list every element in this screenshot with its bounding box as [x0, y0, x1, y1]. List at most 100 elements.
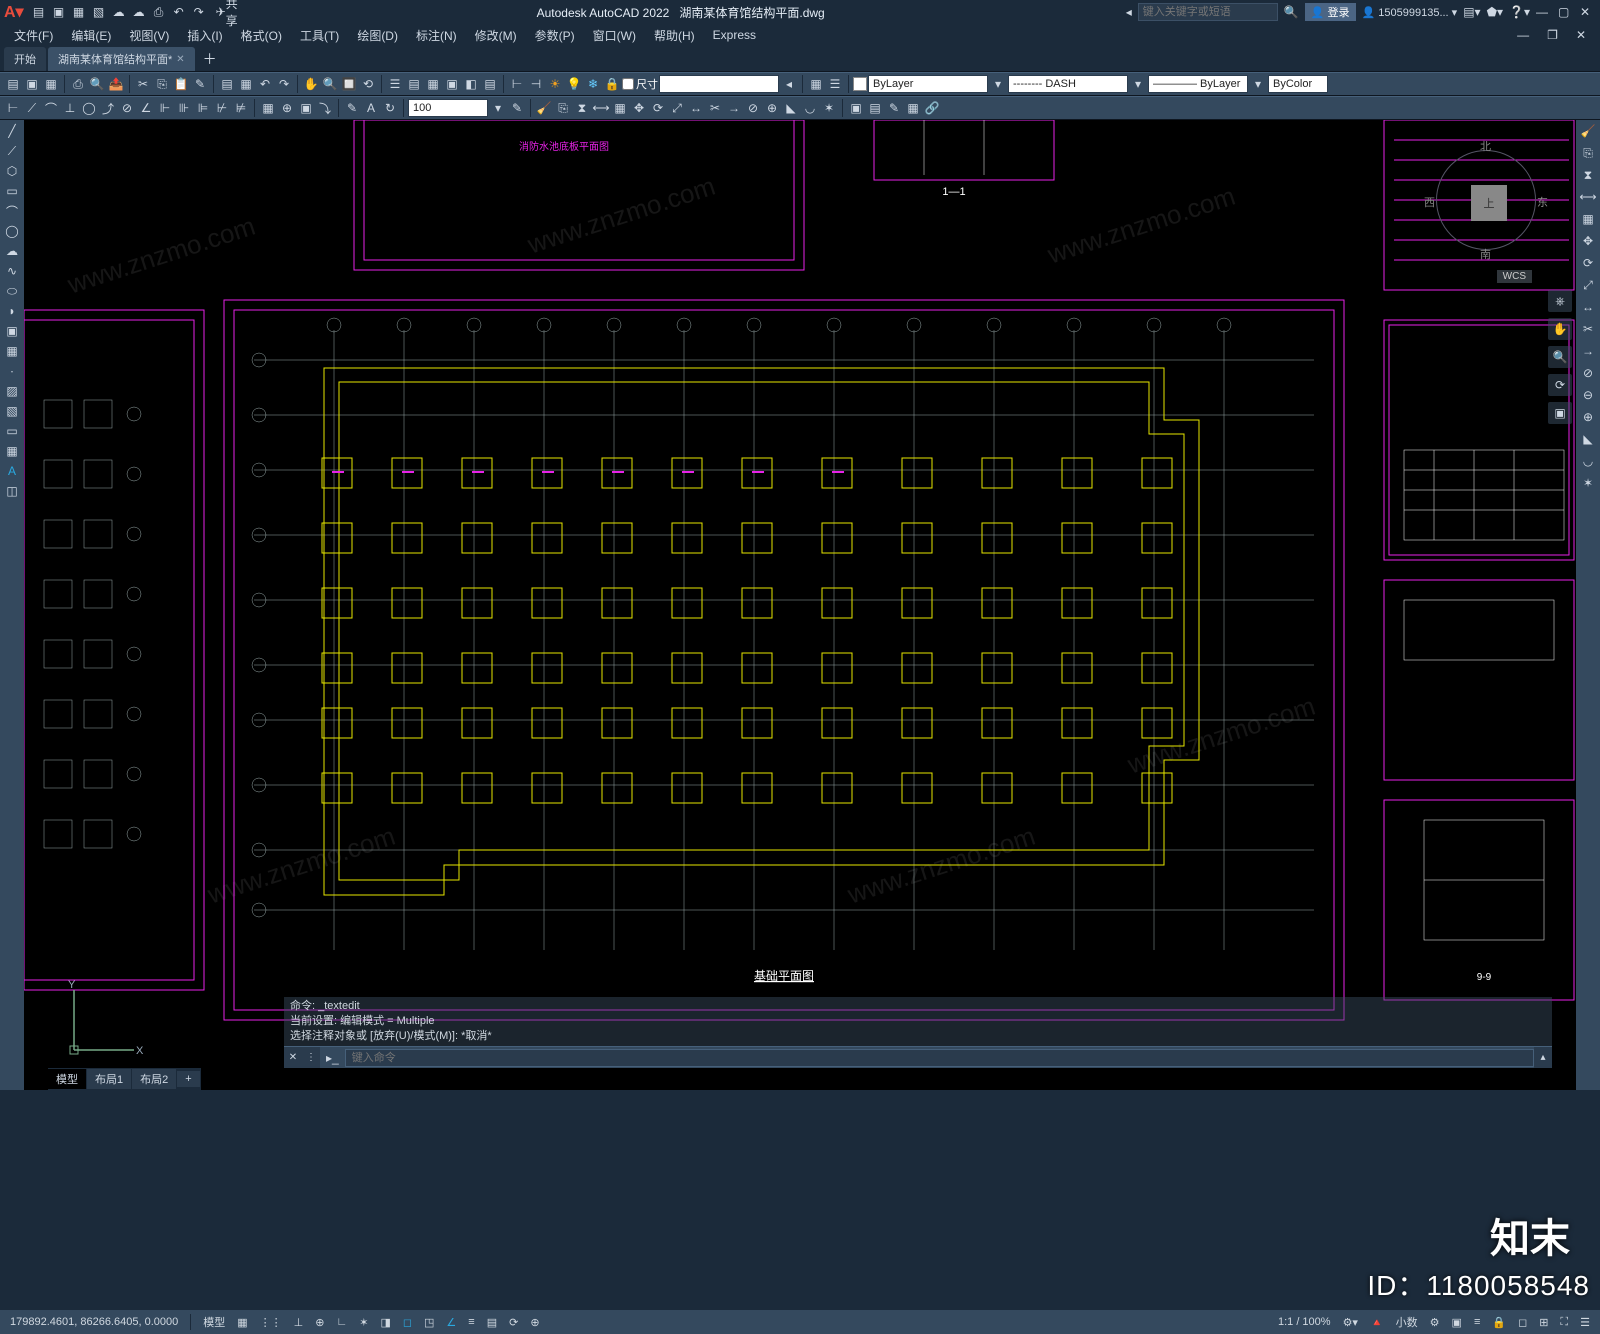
menu-dim[interactable]: 标注(N): [408, 25, 465, 46]
dimarc-icon[interactable]: ⌒: [42, 99, 60, 117]
mod-trim-icon[interactable]: ✂: [706, 99, 724, 117]
color-select[interactable]: [1268, 75, 1328, 93]
status-osnap-icon[interactable]: ◻: [399, 1314, 416, 1331]
revcloud-icon[interactable]: ☁: [3, 242, 21, 260]
mod-erase-icon[interactable]: 🧹: [535, 99, 553, 117]
open-icon[interactable]: ▣: [50, 3, 68, 21]
info-center-prev-icon[interactable]: ◂: [1126, 5, 1132, 19]
r-mirror-icon[interactable]: ⧗: [1579, 166, 1597, 184]
mod-scale-icon[interactable]: ⤢: [668, 99, 686, 117]
mod-break-icon[interactable]: ⊘: [744, 99, 762, 117]
viewcube-south[interactable]: 南: [1480, 246, 1491, 262]
signin-button[interactable]: 👤 登录: [1305, 3, 1356, 21]
tab-start[interactable]: 开始: [4, 47, 46, 71]
doc-restore-icon[interactable]: ❐: [1539, 26, 1566, 44]
dimstyle-icon[interactable]: ✎: [508, 99, 526, 117]
mtext-icon[interactable]: A: [3, 462, 21, 480]
dimang-icon[interactable]: ∠: [137, 99, 155, 117]
r-trim-icon[interactable]: ✂: [1579, 320, 1597, 338]
dimlinear-icon[interactable]: ⊢: [4, 99, 22, 117]
menu-view[interactable]: 视图(V): [121, 25, 177, 46]
menu-help[interactable]: 帮助(H): [646, 25, 703, 46]
doc-close-icon[interactable]: ✕: [1568, 26, 1594, 44]
status-ortho-icon[interactable]: ∟: [332, 1314, 351, 1330]
tolerance-icon[interactable]: ▦: [259, 99, 277, 117]
zoom-win-icon[interactable]: 🔲: [340, 75, 358, 93]
dimspace-icon[interactable]: ⊬: [213, 99, 231, 117]
toolpalettes-icon[interactable]: ▦: [424, 75, 442, 93]
spline-icon[interactable]: ∿: [3, 262, 21, 280]
dimscale-input[interactable]: [408, 99, 488, 117]
r-copy-icon[interactable]: ⎘: [1579, 144, 1597, 162]
menu-edit[interactable]: 编辑(E): [63, 25, 119, 46]
command-input[interactable]: [345, 1049, 1534, 1067]
new-icon[interactable]: ▤: [30, 3, 48, 21]
centermark-icon[interactable]: ⊕: [278, 99, 296, 117]
layer-state-icon[interactable]: ☰: [826, 75, 844, 93]
sheetset-icon[interactable]: ▣: [443, 75, 461, 93]
dimaligned-icon[interactable]: ⟋: [23, 99, 41, 117]
r-rotate-icon[interactable]: ⟳: [1579, 254, 1597, 272]
r-extend-icon[interactable]: →: [1579, 342, 1597, 360]
help-icon[interactable]: ❔▾: [1509, 5, 1530, 19]
r-stretch-icon[interactable]: ↔: [1579, 298, 1597, 316]
ellipsearc-icon[interactable]: ◗: [3, 302, 21, 320]
menu-express[interactable]: Express: [705, 26, 764, 44]
menu-param[interactable]: 参数(P): [527, 25, 583, 46]
r-breakpt-icon[interactable]: ⊘: [1579, 364, 1597, 382]
mod-offset-icon[interactable]: ⟷: [592, 99, 610, 117]
drawing-canvas[interactable]: www.znzmo.com www.znzmo.com www.znzmo.co…: [24, 120, 1576, 1090]
dim-toggle[interactable]: 尺寸: [622, 76, 658, 92]
dimcont-icon[interactable]: ⊫: [194, 99, 212, 117]
status-workspace-icon[interactable]: ⚙: [1426, 1314, 1444, 1331]
layer-mgr-icon[interactable]: ▦: [807, 75, 825, 93]
minimize-icon[interactable]: —: [1536, 5, 1552, 19]
layout-tab-add[interactable]: +: [177, 1071, 199, 1087]
share-button[interactable]: ✈ 共享: [218, 3, 236, 21]
status-grid-icon[interactable]: ▦: [233, 1314, 251, 1331]
mod-mirror-icon[interactable]: ⧗: [573, 99, 591, 117]
zoom-rt-icon[interactable]: 🔍: [321, 75, 339, 93]
block-make-icon[interactable]: ▣: [847, 99, 865, 117]
lw-dd-icon[interactable]: ▾: [1249, 75, 1267, 93]
addsel-icon[interactable]: ◫: [3, 482, 21, 500]
viewcube[interactable]: 上 北 东 南 西: [1426, 140, 1546, 260]
undo2-icon[interactable]: ↶: [256, 75, 274, 93]
dimupdate-icon[interactable]: ↻: [381, 99, 399, 117]
props-icon[interactable]: ☰: [386, 75, 404, 93]
dimscale-dd-icon[interactable]: ▾: [489, 99, 507, 117]
dimbreak-icon[interactable]: ⊭: [232, 99, 250, 117]
r-chamfer-icon[interactable]: ◣: [1579, 430, 1597, 448]
wcs-badge[interactable]: WCS: [1497, 270, 1532, 283]
redo-icon[interactable]: ↷: [190, 3, 208, 21]
status-3dosnap-icon[interactable]: ◳: [420, 1314, 438, 1331]
cmd-close-icon[interactable]: ✕: [284, 1047, 302, 1068]
menu-modify[interactable]: 修改(M): [467, 25, 525, 46]
cmd-recent-icon[interactable]: ▴: [1534, 1047, 1552, 1068]
lt-dd-icon[interactable]: ▾: [1129, 75, 1147, 93]
r-erase-icon[interactable]: 🧹: [1579, 122, 1597, 140]
status-polar-icon[interactable]: ✶: [355, 1314, 372, 1331]
match-icon[interactable]: ✎: [191, 75, 209, 93]
qdim-icon[interactable]: ⊩: [156, 99, 174, 117]
status-snapmode-icon[interactable]: ⋮⋮: [256, 1314, 286, 1331]
block-icon[interactable]: ▦: [3, 342, 21, 360]
viewcube-east[interactable]: 东: [1537, 194, 1548, 210]
open2-icon[interactable]: ▣: [23, 75, 41, 93]
bpaste-icon[interactable]: ▦: [237, 75, 255, 93]
status-lwt-icon[interactable]: ≡: [464, 1314, 478, 1330]
status-model-button[interactable]: 模型: [199, 1312, 229, 1332]
color-swatch[interactable]: [853, 77, 867, 91]
mod-array-icon[interactable]: ▦: [611, 99, 629, 117]
linetype-select[interactable]: [1008, 75, 1128, 93]
r-explode-icon[interactable]: ✶: [1579, 474, 1597, 492]
viewcube-north[interactable]: 北: [1480, 138, 1491, 154]
tab-new-icon[interactable]: ＋: [197, 47, 223, 71]
status-cleanscreen-icon[interactable]: ⛶: [1556, 1314, 1572, 1331]
bcopy-icon[interactable]: ▤: [218, 75, 236, 93]
dim-prev-icon[interactable]: ◂: [780, 75, 798, 93]
r-array-icon[interactable]: ▦: [1579, 210, 1597, 228]
status-annomon-icon[interactable]: ⊕: [526, 1314, 543, 1331]
arc-icon[interactable]: ⌒: [3, 202, 21, 220]
sun-icon[interactable]: ☀: [546, 75, 564, 93]
